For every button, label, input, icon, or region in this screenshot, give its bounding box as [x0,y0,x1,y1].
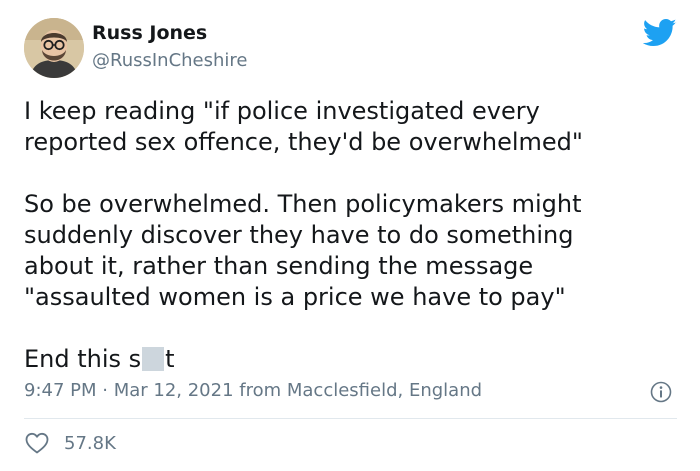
tweet-line: about it, rather than sending the messag… [24,252,534,280]
tweet-line: "assaulted women is a price we have to p… [24,283,566,311]
divider [24,418,677,419]
like-count: 57.8K [64,432,116,454]
tweet-line: I keep reading "if police investigated e… [24,97,540,125]
author-name[interactable]: Russ Jones [92,22,207,44]
tweet-timestamp-location[interactable]: 9:47 PM · Mar 12, 2021 from Macclesfield… [24,380,482,401]
closing-prefix: End this s [24,345,142,373]
tweet-card: Russ Jones @RussInCheshire I keep readin… [0,0,700,471]
author-handle[interactable]: @RussInCheshire [92,50,248,71]
censor-block [142,347,165,371]
avatar-image [24,18,84,78]
tweet-closing-line: End this s t [24,344,674,375]
closing-suffix: t [165,345,175,373]
tweet-line: So be overwhelmed. Then policymakers mig… [24,190,582,218]
twitter-bird-icon[interactable] [643,18,677,48]
tweet-text: I keep reading "if police investigated e… [24,96,674,375]
info-icon[interactable] [650,381,672,403]
like-button[interactable]: 57.8K [24,430,116,456]
heart-icon[interactable] [24,431,50,455]
avatar[interactable] [24,18,84,78]
tweet-line: reported sex offence, they'd be overwhel… [24,128,583,156]
tweet-line: suddenly discover they have to do someth… [24,221,574,249]
